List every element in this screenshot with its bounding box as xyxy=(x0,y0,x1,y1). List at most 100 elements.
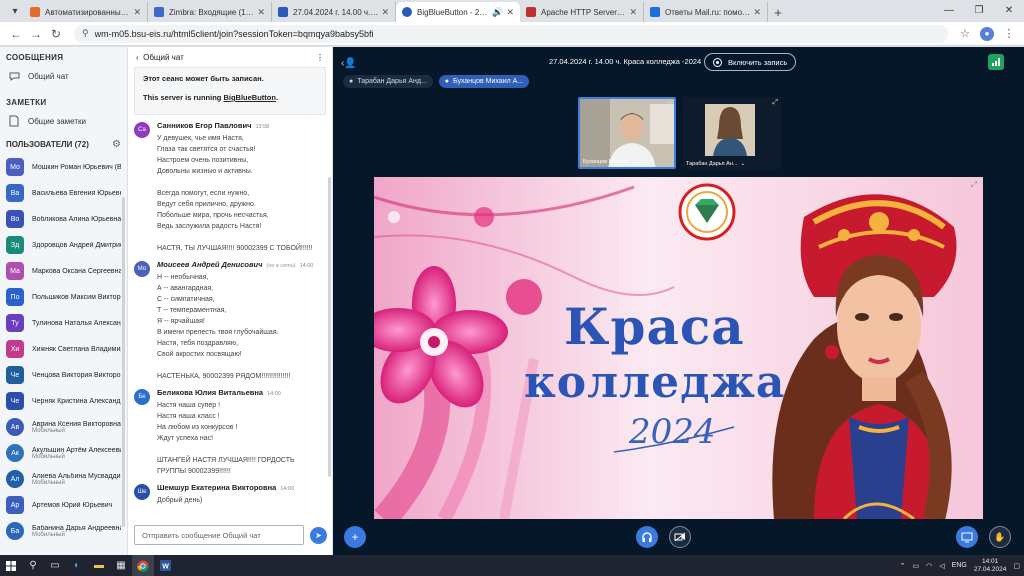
close-window-icon[interactable]: ✕ xyxy=(994,0,1024,20)
user-list-item[interactable]: Хи Хижняк Светлана Владимиров... xyxy=(0,336,127,362)
browser-tab[interactable]: Zimbra: Входящие (1939) ✕ xyxy=(148,2,272,22)
toggle-userlist-icon[interactable]: ‹👤 xyxy=(341,58,357,69)
forward-arrow-icon[interactable]: → xyxy=(26,24,46,44)
raise-hand-button[interactable]: ✋ xyxy=(989,526,1011,548)
message-text-line: С -- симпатичная, xyxy=(157,296,215,303)
gear-icon[interactable]: ⚙ xyxy=(112,139,121,150)
system-clock[interactable]: 14:01 27.04.2024 xyxy=(974,558,1007,574)
maximize-icon[interactable]: ❐ xyxy=(964,0,994,20)
browser-tab[interactable]: 27.04.2024 г. 14.00 ч. Краса к✕ xyxy=(272,2,396,22)
user-list-scrollbar[interactable] xyxy=(122,197,125,527)
edge-browser-icon[interactable]: ◐ xyxy=(66,555,88,576)
user-list-panel: СООБЩЕНИЯ Общий чат ЗАМЕТКИ Общие заметк… xyxy=(0,47,128,555)
dropdown-icon[interactable]: ⌄ xyxy=(636,159,641,165)
presentation-stage: ‹👤 27.04.2024 г. 14.00 ч. Краса колледжа… xyxy=(333,47,1024,555)
webcam-tile[interactable]: Тарабан Дарья Ан... ⌄ ⤢ xyxy=(683,97,781,169)
chat-scrollbar[interactable] xyxy=(328,177,331,477)
message-text-line: Всегда помогут, если нужно, xyxy=(157,190,250,197)
store-icon[interactable]: ▦ xyxy=(110,555,132,576)
fullscreen-icon[interactable]: ⤢ xyxy=(772,99,778,107)
speaker-icon[interactable]: 🔊 xyxy=(492,7,503,18)
file-explorer-icon[interactable]: ▬ xyxy=(88,555,110,576)
user-avatar: Мо xyxy=(6,158,24,176)
close-tab-icon[interactable]: ✕ xyxy=(753,7,761,18)
avatar-wrapper: Мо xyxy=(6,158,24,176)
user-name: Ченцова Виктория Викторовна xyxy=(32,371,121,379)
bbb-link[interactable]: BigBlueButton xyxy=(223,93,276,102)
chat-input-row: Отправить сообщение Общий чат ➤ xyxy=(134,524,328,546)
user-list-item[interactable]: Ма Маркова Оксана Сергеевна xyxy=(0,258,127,284)
message-text-line: Т -- темпераментная, xyxy=(157,307,227,314)
notifications-icon[interactable]: ▢ xyxy=(1013,562,1020,570)
presentation-slide[interactable]: ⤢ Краса колледжа 2024 xyxy=(374,177,983,519)
site-info-icon[interactable]: ⚲ xyxy=(82,28,89,39)
send-message-button[interactable]: ➤ xyxy=(310,526,327,544)
talker-indicator-active[interactable]: ● Буханцов Михаил А... xyxy=(438,75,530,88)
chrome-icon[interactable] xyxy=(132,555,154,576)
webcam-tile[interactable]: Буханцов Михаил... ⌄ ⤢ xyxy=(578,97,676,169)
browser-menu-icon[interactable]: ⋮ xyxy=(1000,25,1018,43)
windows-start-icon[interactable] xyxy=(0,555,22,576)
video-off-button[interactable] xyxy=(669,526,691,548)
profile-avatar-icon[interactable]: ● xyxy=(980,26,994,41)
user-list-item[interactable]: Че Ченцова Виктория Викторовна xyxy=(0,362,127,388)
user-list-item[interactable]: Во Вобликова Алина Юрьевна xyxy=(0,206,127,232)
user-name: Алиева Альбина Мусваддинов... xyxy=(32,472,121,480)
volume-icon[interactable]: ◁ xyxy=(939,562,944,570)
chat-back-button[interactable]: ‹ Общий чат xyxy=(136,53,184,62)
public-chat-link[interactable]: Общий чат xyxy=(0,66,127,86)
talker-indicator[interactable]: ● Тарабан Дарья Анд... xyxy=(343,75,433,88)
close-tab-icon[interactable]: ✕ xyxy=(133,7,141,18)
user-list-item[interactable]: Ак Акульшин Артём Алексеевич Мобильный xyxy=(0,440,127,466)
chat-options-icon[interactable]: ⋮ xyxy=(316,53,324,62)
new-tab-button[interactable]: + xyxy=(768,2,788,22)
reload-icon[interactable]: ↻ xyxy=(46,24,66,44)
user-list-item[interactable]: Че Черняк Кристина Александров... xyxy=(0,388,127,414)
language-indicator[interactable]: ENG xyxy=(952,562,967,569)
close-tab-icon[interactable]: ✕ xyxy=(629,7,637,18)
search-icon[interactable]: ⚲ xyxy=(22,555,44,576)
browser-tab[interactable]: Ответы Mail.ru: помогите пл✕ xyxy=(644,2,768,22)
fullscreen-icon[interactable]: ⤢ xyxy=(971,180,977,190)
battery-icon[interactable]: ▭ xyxy=(913,562,920,570)
back-arrow-icon[interactable]: ← xyxy=(6,24,26,44)
message-text-line: Настя, тебя поздравляю, xyxy=(157,340,239,347)
screen-share-button[interactable] xyxy=(956,526,978,548)
user-list-item[interactable]: Ба Бабанина Дарья Андреевна Мобильный xyxy=(0,518,127,544)
webcam-user-name: Тарабан Дарья Ан... xyxy=(686,161,738,167)
fullscreen-icon[interactable]: ⤢ xyxy=(665,101,671,109)
browser-tab[interactable]: Apache HTTP Server Test Page✕ xyxy=(520,2,644,22)
close-tab-icon[interactable]: ✕ xyxy=(257,7,265,18)
word-icon[interactable]: W xyxy=(154,555,176,576)
connection-status-icon[interactable] xyxy=(988,54,1004,70)
bookmark-star-icon[interactable]: ☆ xyxy=(956,25,974,43)
wifi-icon[interactable]: ◠ xyxy=(926,562,932,570)
mic-icon: ● xyxy=(444,78,450,85)
close-tab-icon[interactable]: ✕ xyxy=(381,7,389,18)
shared-notes-link[interactable]: Общие заметки xyxy=(0,111,127,131)
minimize-icon[interactable]: — xyxy=(934,0,964,20)
audio-headphones-button[interactable] xyxy=(636,526,658,548)
webcam-label: Тарабан Дарья Ан... ⌄ xyxy=(686,161,745,167)
dropdown-icon[interactable]: ⌄ xyxy=(740,161,745,167)
close-tab-icon[interactable]: ✕ xyxy=(506,7,514,18)
user-list-item[interactable]: Ар Артемов Юрий Юрьевич xyxy=(0,492,127,518)
avatar-wrapper: Ма xyxy=(6,262,24,280)
user-list-item[interactable]: Ва Васильева Евгения Юрьевна xyxy=(0,180,127,206)
user-list-item[interactable]: Ту Тулинова Наталья Александро... xyxy=(0,310,127,336)
tray-expand-icon[interactable]: ⌃ xyxy=(900,562,906,570)
user-list-item[interactable]: Зд Здоровцов Андрей Дмитриевич xyxy=(0,232,127,258)
browser-tab-active[interactable]: BigBlueButton - 27.04.2024🔊✕ xyxy=(396,2,520,22)
task-view-icon[interactable]: ▭ xyxy=(44,555,66,576)
tab-list-icon[interactable]: ▾ xyxy=(6,2,24,20)
url-field[interactable]: ⚲ wm-m05.bsu-eis.ru/html5client/join?ses… xyxy=(74,24,948,43)
user-list-item[interactable]: Мо Мошкин Роман Юрьевич (Вы) xyxy=(0,154,127,180)
browser-tab[interactable]: Автоматизированные систе✕ xyxy=(24,2,148,22)
start-recording-button[interactable]: Включить запись xyxy=(704,53,797,71)
public-chat-label: Общий чат xyxy=(28,71,69,81)
user-list-item[interactable]: Ал Алиева Альбина Мусваддинов...Мобильный xyxy=(0,466,127,492)
chat-message-input[interactable]: Отправить сообщение Общий чат xyxy=(134,525,304,545)
user-list-item[interactable]: Ав Аврина Ксения Викторовна Мобильный xyxy=(0,414,127,440)
actions-plus-button[interactable]: + xyxy=(344,526,366,548)
user-list-item[interactable]: По Польшиков Максим Викторович xyxy=(0,284,127,310)
